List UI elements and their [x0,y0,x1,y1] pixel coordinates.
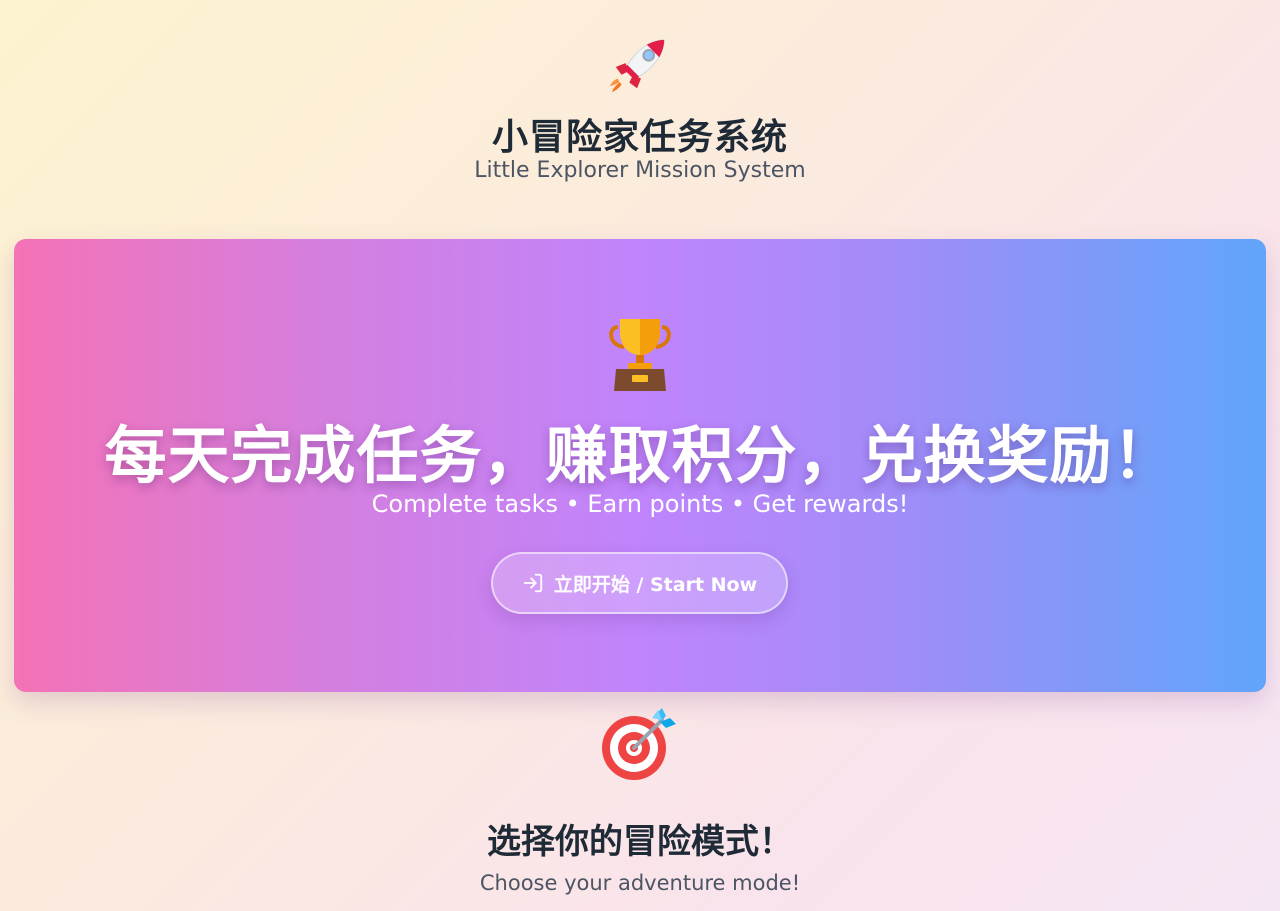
app-subtitle: Little Explorer Mission System [474,158,806,183]
start-now-label: 立即开始 / Start Now [553,573,758,596]
start-now-button[interactable]: 立即开始 / Start Now [491,552,788,614]
target-dart-icon [602,708,676,780]
hero-banner: 每天完成任务，赚取积分，兑换奖励！ Complete tasks • Earn … [14,239,1266,692]
rocket-icon [609,39,665,93]
login-icon [523,573,542,593]
mode-section-subtitle: Choose your adventure mode! [479,871,801,895]
hero-title: 每天完成任务，赚取积分，兑换奖励！ [104,419,1176,492]
app-title: 小冒险家任务系统 [491,117,788,158]
mode-section-title: 选择你的冒险模式！ [487,822,793,862]
hero-subtitle: Complete tasks • Earn points • Get rewar… [371,490,909,518]
trophy-icon [609,319,671,391]
